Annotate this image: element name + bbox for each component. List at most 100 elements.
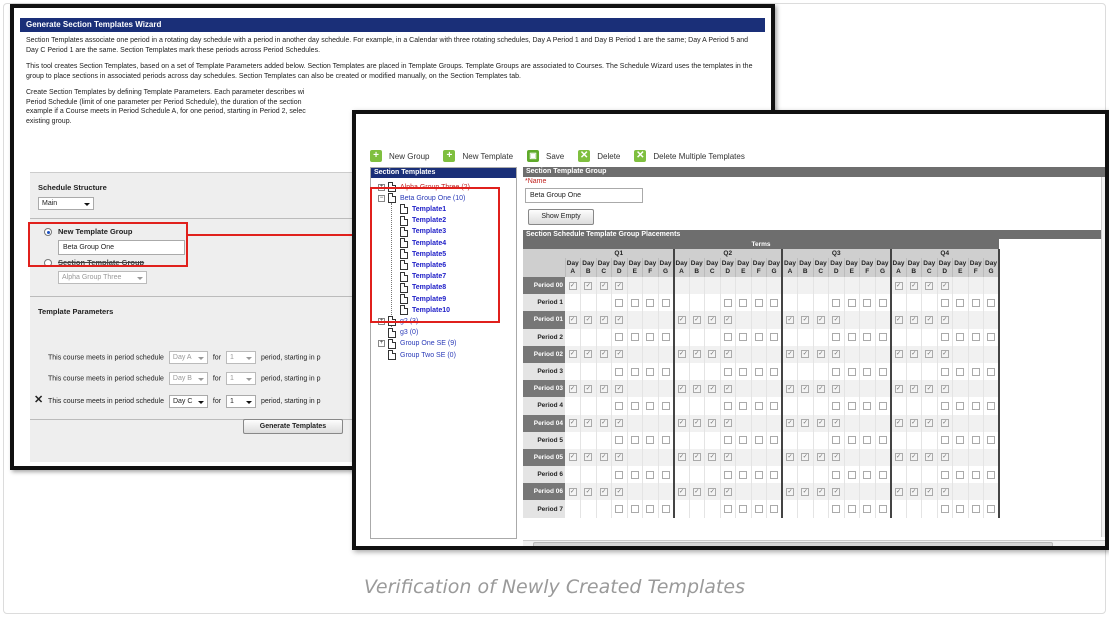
- placement-checkbox[interactable]: ✓: [786, 315, 794, 324]
- placement-checkbox[interactable]: ✓: [832, 350, 841, 359]
- placement-checkbox[interactable]: [956, 401, 965, 410]
- placement-checkbox[interactable]: ✓: [584, 350, 593, 359]
- placement-checkbox[interactable]: [956, 505, 965, 514]
- placement-checkbox[interactable]: [770, 505, 778, 514]
- placement-checkbox[interactable]: ✓: [615, 281, 624, 290]
- placement-checkbox[interactable]: [739, 298, 748, 307]
- placement-checkbox[interactable]: ✓: [677, 315, 686, 324]
- placement-checkbox[interactable]: ✓: [786, 384, 794, 393]
- placement-checkbox[interactable]: ✓: [801, 350, 810, 359]
- placement-checkbox[interactable]: ✓: [940, 315, 949, 324]
- placement-checkbox[interactable]: ✓: [909, 487, 918, 496]
- placement-checkbox[interactable]: ✓: [599, 315, 608, 324]
- placement-checkbox[interactable]: ✓: [615, 350, 624, 359]
- placement-checkbox[interactable]: [770, 436, 778, 445]
- placement-checkbox[interactable]: ✓: [677, 453, 686, 462]
- placement-checkbox[interactable]: ✓: [894, 487, 903, 496]
- placement-checkbox[interactable]: [661, 436, 670, 445]
- placement-checkbox[interactable]: ✓: [940, 453, 949, 462]
- placement-checkbox[interactable]: [987, 333, 995, 342]
- placement-checkbox[interactable]: [847, 436, 856, 445]
- placement-checkbox[interactable]: [615, 436, 624, 445]
- placement-checkbox[interactable]: ✓: [584, 281, 593, 290]
- placement-checkbox[interactable]: [754, 298, 763, 307]
- placement-checkbox[interactable]: [646, 401, 655, 410]
- placement-checkbox[interactable]: [754, 470, 763, 479]
- placement-checkbox[interactable]: [770, 333, 778, 342]
- placement-checkbox[interactable]: ✓: [692, 453, 701, 462]
- delete-button[interactable]: ✕ Delete: [578, 148, 620, 164]
- placement-checkbox[interactable]: ✓: [677, 419, 686, 428]
- placement-checkbox[interactable]: ✓: [925, 453, 934, 462]
- placement-checkbox[interactable]: [630, 436, 639, 445]
- placement-checkbox[interactable]: ✓: [615, 487, 624, 496]
- placement-checkbox[interactable]: ✓: [723, 350, 732, 359]
- placement-checkbox[interactable]: [987, 505, 995, 514]
- placement-checkbox[interactable]: ✓: [832, 419, 841, 428]
- placement-checkbox[interactable]: [847, 401, 856, 410]
- placement-checkbox[interactable]: [878, 505, 887, 514]
- delete-multiple-button[interactable]: ✕ Delete Multiple Templates: [634, 148, 745, 164]
- placement-checkbox[interactable]: ✓: [708, 350, 717, 359]
- placement-checkbox[interactable]: ✓: [909, 384, 918, 393]
- placement-checkbox[interactable]: [940, 505, 949, 514]
- placement-checkbox[interactable]: ✓: [894, 384, 903, 393]
- placement-checkbox[interactable]: ✓: [568, 487, 577, 496]
- tree-group-item[interactable]: g3 (0): [378, 327, 418, 338]
- placement-checkbox[interactable]: [878, 401, 887, 410]
- placement-checkbox[interactable]: [847, 298, 856, 307]
- placement-checkbox[interactable]: ✓: [692, 419, 701, 428]
- placement-checkbox[interactable]: [723, 333, 732, 342]
- placement-checkbox[interactable]: [646, 367, 655, 376]
- placement-checkbox[interactable]: [971, 436, 980, 445]
- placement-checkbox[interactable]: ✓: [925, 419, 934, 428]
- placement-checkbox[interactable]: ✓: [599, 419, 608, 428]
- placement-checkbox[interactable]: [646, 333, 655, 342]
- placement-checkbox[interactable]: ✓: [677, 487, 686, 496]
- placement-checkbox[interactable]: ✓: [708, 487, 717, 496]
- placement-checkbox[interactable]: [956, 298, 965, 307]
- placement-checkbox[interactable]: [971, 470, 980, 479]
- placement-checkbox[interactable]: ✓: [909, 350, 918, 359]
- section-group-select[interactable]: Alpha Group Three: [58, 271, 147, 284]
- placement-checkbox[interactable]: [661, 333, 670, 342]
- placement-checkbox[interactable]: [739, 436, 748, 445]
- count-select[interactable]: 1: [225, 351, 256, 364]
- placement-checkbox[interactable]: [630, 505, 639, 514]
- placement-checkbox[interactable]: ✓: [692, 350, 701, 359]
- remove-icon[interactable]: ✕: [34, 394, 43, 406]
- placement-checkbox[interactable]: [832, 333, 841, 342]
- placement-checkbox[interactable]: [739, 470, 748, 479]
- save-button[interactable]: ▣ Save: [527, 148, 564, 164]
- placement-checkbox[interactable]: ✓: [786, 453, 794, 462]
- placement-checkbox[interactable]: [770, 367, 778, 376]
- placement-checkbox[interactable]: [847, 367, 856, 376]
- placement-checkbox[interactable]: ✓: [909, 419, 918, 428]
- placement-checkbox[interactable]: ✓: [615, 419, 624, 428]
- placement-checkbox[interactable]: [863, 367, 872, 376]
- placement-checkbox[interactable]: [863, 333, 872, 342]
- placement-checkbox[interactable]: [723, 298, 732, 307]
- expand-icon[interactable]: +: [378, 340, 385, 348]
- placement-checkbox[interactable]: [832, 505, 841, 514]
- placement-checkbox[interactable]: ✓: [894, 281, 903, 290]
- placement-checkbox[interactable]: ✓: [599, 453, 608, 462]
- tree-group-item[interactable]: + Group One SE (9): [378, 338, 456, 349]
- placement-checkbox[interactable]: [661, 505, 670, 514]
- placement-checkbox[interactable]: ✓: [894, 419, 903, 428]
- placement-checkbox[interactable]: ✓: [816, 419, 825, 428]
- placement-checkbox[interactable]: [987, 298, 995, 307]
- placement-checkbox[interactable]: [661, 470, 670, 479]
- placement-checkbox[interactable]: ✓: [894, 453, 903, 462]
- placement-checkbox[interactable]: [770, 470, 778, 479]
- placement-checkbox[interactable]: [863, 436, 872, 445]
- placement-checkbox[interactable]: [940, 401, 949, 410]
- placement-checkbox[interactable]: ✓: [568, 419, 577, 428]
- placement-checkbox[interactable]: [878, 436, 887, 445]
- placement-checkbox[interactable]: [878, 333, 887, 342]
- placement-checkbox[interactable]: [987, 470, 995, 479]
- placement-checkbox[interactable]: ✓: [816, 487, 825, 496]
- placement-checkbox[interactable]: [940, 470, 949, 479]
- placement-checkbox[interactable]: ✓: [568, 453, 577, 462]
- placement-checkbox[interactable]: ✓: [677, 350, 686, 359]
